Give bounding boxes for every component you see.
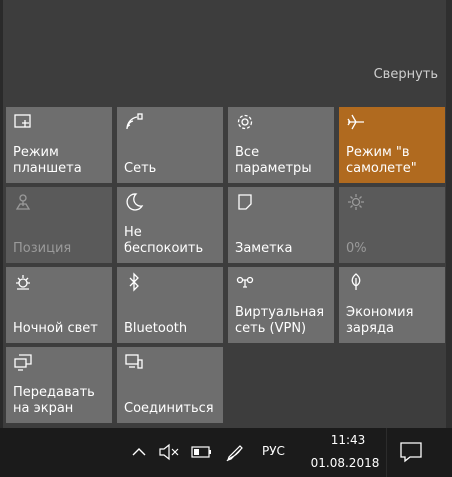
gear-icon xyxy=(237,114,253,130)
tile-bluetooth[interactable]: Bluetooth xyxy=(117,267,223,343)
tile-label: Позиция xyxy=(13,241,72,256)
chevron-up-icon[interactable] xyxy=(131,446,147,458)
tile-do-not-disturb[interactable]: Не беспокоить xyxy=(117,187,223,263)
tile-battery-saver[interactable]: Экономия заряда xyxy=(339,267,445,343)
bluetooth-icon xyxy=(129,272,139,292)
network-icon xyxy=(126,113,143,130)
battery-icon[interactable] xyxy=(191,445,213,459)
tray-separator xyxy=(386,428,387,477)
action-center-icon[interactable] xyxy=(396,437,426,467)
tile-label: 0% xyxy=(346,241,367,256)
tile-label: Экономия заряда xyxy=(346,305,414,336)
location-icon xyxy=(15,194,31,210)
panel-left-edge xyxy=(0,0,3,428)
tile-label: Виртуальная сеть (VPN) xyxy=(235,305,325,336)
tile-tablet-mode[interactable]: Режим планшета xyxy=(6,107,112,183)
tablet-mode-icon xyxy=(14,114,31,128)
tile-label: Bluetooth xyxy=(124,321,188,336)
tile-connect[interactable]: Соединиться xyxy=(117,347,223,423)
tile-night-light[interactable]: Ночной свет xyxy=(6,267,112,343)
tile-label: Режим "в самолете" xyxy=(346,145,417,176)
tile-airplane-mode[interactable]: Режим "в самолете" xyxy=(339,107,445,183)
vpn-icon xyxy=(236,276,254,288)
airplane-icon xyxy=(347,114,364,130)
leaf-icon xyxy=(351,273,361,290)
tile-label: Не беспокоить xyxy=(124,225,204,256)
tile-note[interactable]: Заметка xyxy=(228,187,334,263)
tile-label: Режим планшета xyxy=(13,145,82,176)
taskbar: РУС 11:43 01.08.2018 xyxy=(0,428,452,477)
tile-location[interactable]: Позиция xyxy=(6,187,112,263)
note-icon xyxy=(238,194,252,210)
connect-icon xyxy=(125,354,143,369)
tile-label: Заметка xyxy=(235,241,293,256)
night-light-icon xyxy=(16,275,30,290)
moon-icon xyxy=(126,193,144,211)
tile-project[interactable]: Передавать на экран xyxy=(6,347,112,423)
tile-label: Передавать на экран xyxy=(13,385,95,416)
tile-label: Соединиться xyxy=(124,401,214,416)
tile-all-settings[interactable]: Все параметры xyxy=(228,107,334,183)
language-indicator[interactable]: РУС xyxy=(262,444,285,458)
project-icon xyxy=(14,354,32,371)
tile-network[interactable]: Сеть xyxy=(117,107,223,183)
tile-brightness[interactable]: 0% xyxy=(339,187,445,263)
tile-label: Сеть xyxy=(124,161,157,176)
tile-label: Ночной свет xyxy=(13,321,98,336)
tile-label: Все параметры xyxy=(235,145,312,176)
speaker-muted-icon[interactable] xyxy=(158,443,180,461)
pen-icon[interactable] xyxy=(224,441,246,463)
panel-right-edge xyxy=(446,0,452,428)
tile-vpn[interactable]: Виртуальная сеть (VPN) xyxy=(228,267,334,343)
clock-date[interactable]: 01.08.2018 xyxy=(305,456,385,470)
clock-time[interactable]: 11:43 xyxy=(312,432,384,448)
brightness-icon xyxy=(348,194,364,210)
collapse-link[interactable]: Свернуть xyxy=(374,67,438,82)
action-center-panel: Свернуть Режим планшета Сеть Все парамет… xyxy=(0,0,452,428)
